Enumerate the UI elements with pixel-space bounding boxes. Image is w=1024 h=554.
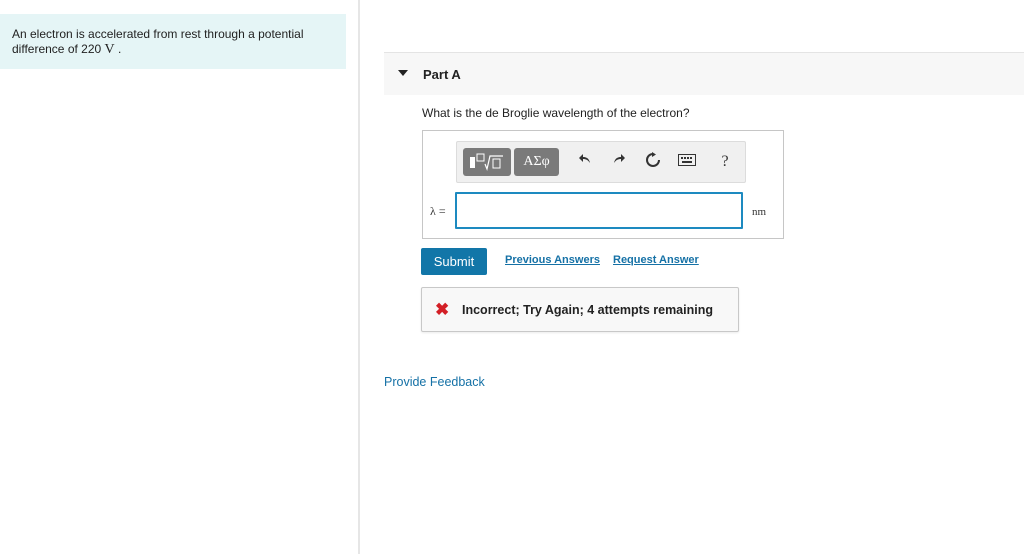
templates-icon (470, 153, 503, 172)
part-a-header[interactable]: Part A (384, 52, 1024, 95)
math-toolbar: ΑΣφ ? (456, 141, 746, 183)
feedback-text: Incorrect; Try Again; 4 attempts remaini… (462, 303, 713, 317)
problem-unit: V (104, 42, 115, 57)
incorrect-x-icon: ✖ (435, 300, 450, 319)
variable-label: λ = (430, 204, 446, 218)
problem-end: . (118, 42, 122, 56)
part-title: Part A (423, 67, 461, 82)
reset-icon[interactable] (643, 152, 663, 172)
undo-icon[interactable] (575, 152, 595, 172)
problem-pane: An electron is accelerated from rest thr… (0, 0, 358, 554)
greek-symbols-button[interactable]: ΑΣφ (514, 148, 559, 176)
collapse-caret-icon[interactable] (398, 70, 408, 76)
help-icon[interactable]: ? (715, 152, 735, 172)
pane-divider (358, 0, 360, 554)
provide-feedback-link[interactable]: Provide Feedback (384, 375, 485, 389)
question-text: What is the de Broglie wavelength of the… (422, 106, 690, 120)
request-answer-link[interactable]: Request Answer (613, 254, 699, 266)
problem-statement: An electron is accelerated from rest thr… (0, 14, 346, 69)
previous-answers-link[interactable]: Previous Answers (505, 254, 600, 266)
answer-input[interactable] (455, 192, 743, 229)
keyboard-icon[interactable] (677, 152, 697, 172)
templates-button[interactable] (463, 148, 511, 176)
problem-text: An electron is accelerated from rest thr… (12, 27, 304, 56)
feedback-message-box: ✖ Incorrect; Try Again; 4 attempts remai… (421, 287, 739, 332)
redo-icon[interactable] (609, 152, 629, 172)
submit-button[interactable]: Submit (421, 248, 487, 275)
unit-label: nm (752, 206, 767, 218)
